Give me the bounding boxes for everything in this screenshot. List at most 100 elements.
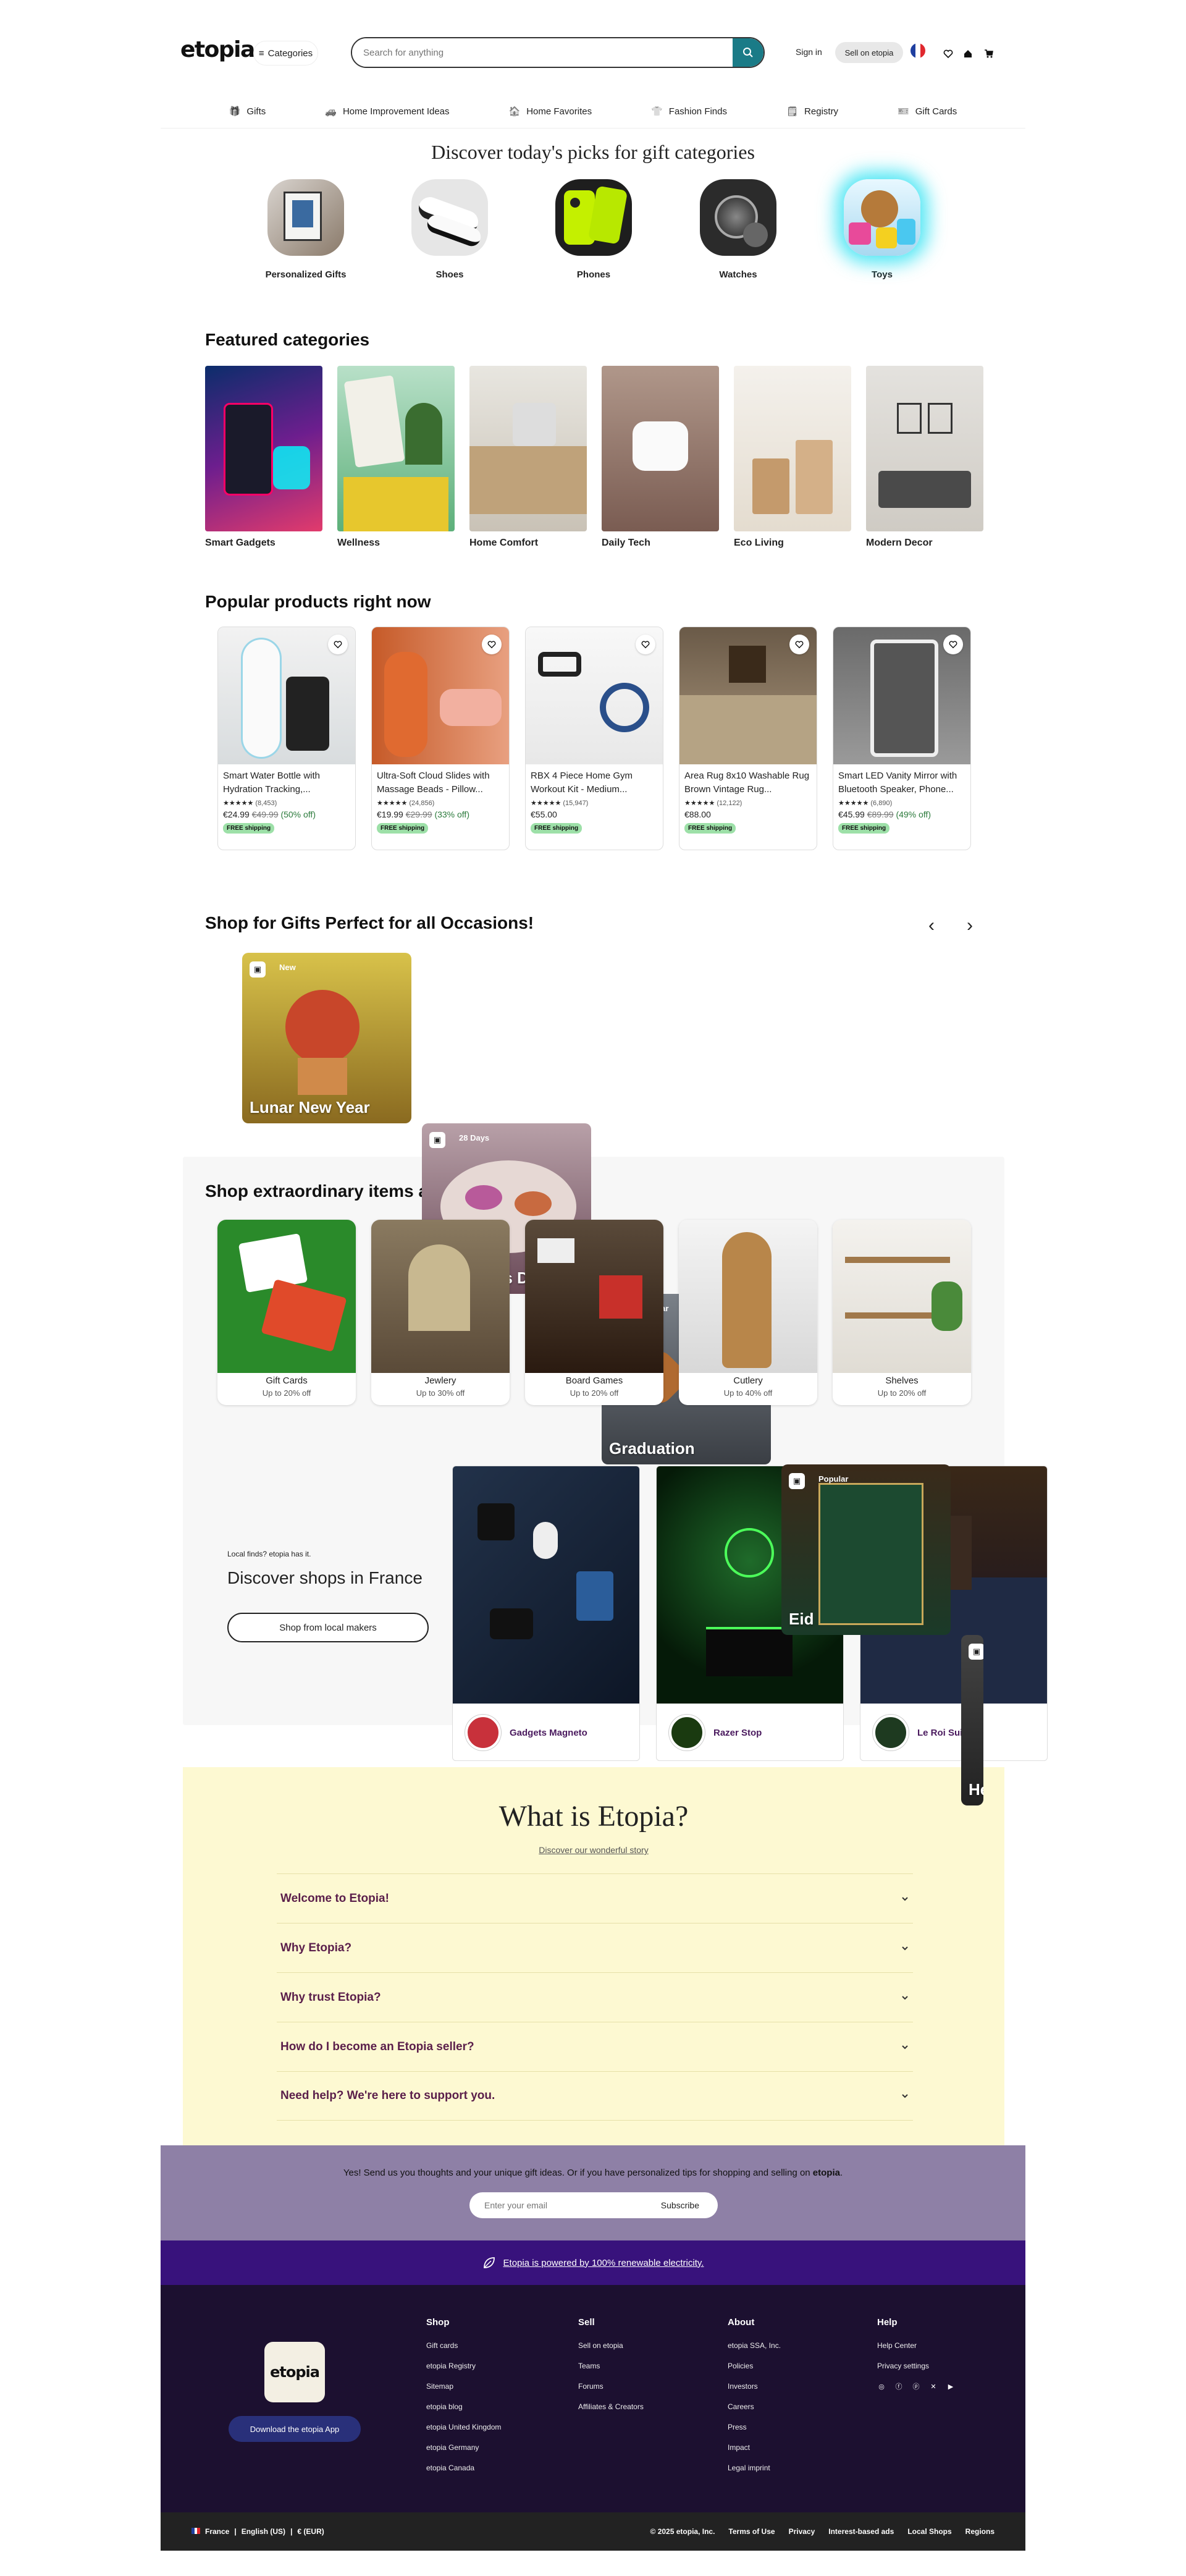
footer-link[interactable]: Sitemap [426, 2382, 501, 2391]
sign-in-link[interactable]: Sign in [796, 47, 822, 57]
faq-item[interactable]: How do I become an Etopia seller? [277, 2022, 913, 2071]
gift-category-watches[interactable]: Watches [686, 179, 791, 280]
search-button[interactable] [733, 38, 763, 67]
region-selector[interactable]: France | English (US) | € (EUR) [191, 2527, 324, 2536]
favorite-button[interactable] [482, 635, 502, 654]
instagram-icon[interactable]: ◎ [877, 2382, 886, 2391]
bottom-link[interactable]: Regions [965, 2527, 995, 2536]
footer-link[interactable]: Forums [578, 2382, 644, 2391]
special-card[interactable]: Shelves Up to 20% off [833, 1220, 971, 1405]
favorite-button[interactable] [636, 635, 655, 654]
nav-item-2[interactable]: 🏠 Home Favorites [479, 99, 622, 124]
nav-item-0[interactable]: 🎁 Gifts [200, 99, 296, 124]
footer-link[interactable]: Careers [728, 2402, 781, 2411]
search-input[interactable] [352, 38, 733, 67]
nav-item-1[interactable]: 🚙 Home Improvement Ideas [295, 99, 479, 124]
footer-link[interactable]: etopia SSA, Inc. [728, 2341, 781, 2350]
footer-link[interactable]: Legal imprint [728, 2464, 781, 2472]
eco-banner[interactable]: Etopia is powered by 100% renewable elec… [161, 2240, 1025, 2285]
faq-item[interactable]: Why trust Etopia? [277, 1972, 913, 2022]
featured-eco-living[interactable]: Eco Living [734, 366, 851, 549]
featured-modern-decor[interactable]: Modern Decor [866, 366, 983, 549]
footer-link[interactable]: Impact [728, 2443, 781, 2452]
special-card[interactable]: Jewlery Up to 30% off [371, 1220, 510, 1405]
carousel-prev-button[interactable]: ‹ [919, 913, 944, 938]
footer-link[interactable]: etopia Registry [426, 2362, 501, 2370]
email-input[interactable] [484, 2200, 620, 2210]
bottom-link[interactable]: Interest-based ads [828, 2527, 894, 2536]
footer-link[interactable]: Policies [728, 2362, 781, 2370]
special-card[interactable]: Board Games Up to 20% off [525, 1220, 663, 1405]
youtube-icon[interactable]: ▶ [946, 2382, 955, 2391]
heart-icon[interactable] [941, 47, 955, 61]
nav-item-3[interactable]: 👕 Fashion Finds [621, 99, 757, 124]
footer-col-title: Help [877, 2317, 898, 2328]
special-card[interactable]: Gift Cards Up to 20% off [217, 1220, 356, 1405]
categories-button[interactable]: ≡ Categories [253, 41, 318, 65]
occasion-card[interactable]: ▣ Popular Eid [781, 1464, 951, 1635]
free-shipping-badge: FREE shipping [684, 823, 736, 834]
carousel-next-button[interactable]: › [957, 913, 982, 938]
product-price: €24.99 €49.99 (50% off) [218, 807, 355, 819]
footer-link[interactable]: Privacy settings [877, 2362, 955, 2370]
cart-icon[interactable] [982, 47, 996, 61]
pinterest-icon[interactable]: ⓟ [912, 2382, 920, 2391]
menu-icon: ≡ [258, 48, 264, 59]
gift-category-phones[interactable]: Phones [541, 179, 646, 280]
footer-link[interactable]: etopia United Kingdom [426, 2423, 501, 2431]
favorite-button[interactable] [789, 635, 809, 654]
footer-link[interactable]: Gift cards [426, 2341, 501, 2350]
subscribe-button[interactable]: Subscribe [661, 2200, 699, 2210]
featured-label: Wellness [337, 538, 381, 548]
occasion-card[interactable]: ▣ He [961, 1635, 983, 1805]
product-card[interactable]: Smart LED Vanity Mirror with Bluetooth S… [833, 627, 971, 850]
gift-category-shoes[interactable]: Shoes [397, 179, 502, 280]
sell-button[interactable]: Sell on etopia [835, 42, 903, 63]
shop-card-gadgets-magneto[interactable]: Gadgets Magneto [452, 1466, 640, 1761]
featured-wellness[interactable]: Wellness [337, 366, 455, 549]
download-app-button[interactable]: Download the etopia App [229, 2416, 361, 2442]
product-card[interactable]: Ultra-Soft Cloud Slides with Massage Bea… [371, 627, 510, 850]
featured-smart-gadgets[interactable]: Smart Gadgets [205, 366, 322, 549]
review-count: (15,947) [563, 800, 589, 807]
bottom-link[interactable]: Local Shops [907, 2527, 951, 2536]
featured-daily-tech[interactable]: Daily Tech [602, 366, 719, 549]
gift-category-personalized[interactable]: Personalized Gifts [253, 179, 358, 280]
footer-link[interactable]: Sell on etopia [578, 2341, 644, 2350]
product-card[interactable]: Area Rug 8x10 Washable Rug Brown Vintage… [679, 627, 817, 850]
heart-icon [949, 641, 957, 649]
faq-item[interactable]: Why Etopia? [277, 1923, 913, 1972]
featured-home-comfort[interactable]: Home Comfort [469, 366, 587, 549]
language-label: English (US) [241, 2527, 286, 2536]
home-icon[interactable] [961, 47, 975, 61]
facebook-icon[interactable]: ⓕ [894, 2382, 903, 2391]
france-flag-icon[interactable] [911, 43, 925, 58]
favorite-button[interactable] [328, 635, 348, 654]
footer-link[interactable]: Press [728, 2423, 781, 2431]
etopia-logo[interactable]: etopia [180, 37, 255, 62]
footer-link[interactable]: Investors [728, 2382, 781, 2391]
footer-link[interactable]: Help Center [877, 2341, 955, 2350]
favorite-button[interactable] [943, 635, 963, 654]
story-link[interactable]: Discover our wonderful story [183, 1845, 1004, 1855]
shop-local-button[interactable]: Shop from local makers [227, 1613, 429, 1642]
faq-item[interactable]: Need help? We're here to support you. [277, 2071, 913, 2121]
special-name: Board Games [565, 1375, 623, 1386]
product-card[interactable]: Smart Water Bottle with Hydration Tracki… [217, 627, 356, 850]
product-card[interactable]: RBX 4 Piece Home Gym Workout Kit - Mediu… [525, 627, 663, 850]
bottom-link[interactable]: Terms of Use [728, 2527, 775, 2536]
gift-category-toys[interactable]: Toys [830, 179, 935, 280]
x-icon[interactable]: ✕ [929, 2382, 938, 2391]
footer-link[interactable]: etopia Germany [426, 2443, 501, 2452]
bottom-link[interactable]: Privacy [789, 2527, 815, 2536]
special-card[interactable]: Cutlery Up to 40% off [679, 1220, 817, 1405]
price-current: €45.99 [838, 809, 865, 819]
footer-link[interactable]: Affiliates & Creators [578, 2402, 644, 2411]
faq-item[interactable]: Welcome to Etopia! [277, 1873, 913, 1923]
nav-item-4[interactable]: 🗒 Registry [757, 99, 868, 124]
footer-link[interactable]: Teams [578, 2362, 644, 2370]
occasion-card[interactable]: ▣ New Lunar New Year [242, 953, 411, 1123]
footer-link[interactable]: etopia blog [426, 2402, 501, 2411]
nav-item-5[interactable]: 🎫 Gift Cards [868, 99, 986, 124]
footer-link[interactable]: etopia Canada [426, 2464, 501, 2472]
